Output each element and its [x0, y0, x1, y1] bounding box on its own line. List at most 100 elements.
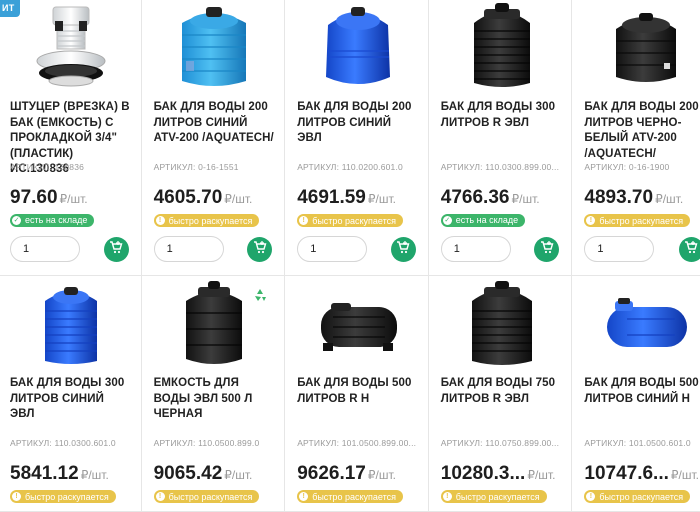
product-sku: АРТИКУЛ: 101.0500.899.00... [297, 438, 417, 448]
cart-plus-icon [540, 240, 554, 259]
price-unit: ₽/шт. [655, 192, 684, 206]
add-to-cart-button[interactable] [247, 236, 273, 262]
product-sku: АРТИКУЛ: 110.0500.899.0 [153, 438, 260, 448]
product-title[interactable]: БАК ДЛЯ ВОДЫ 500 ЛИТРОВ R H [297, 376, 419, 438]
price-unit: ₽/шт. [80, 468, 109, 482]
add-to-cart-button[interactable] [534, 236, 560, 262]
stock-badge: ! быстро раскупается [440, 490, 547, 503]
stock-badge-label: быстро раскупается [312, 215, 396, 226]
price-unit: ₽/шт. [367, 192, 396, 206]
product-sku: АРТИКУЛ: 110.0300.601.0 [10, 438, 116, 448]
product-sku: АРТИКУЛ: 0-16-1900 [584, 162, 670, 172]
stock-badge: ! быстро раскупается [297, 490, 403, 503]
product-image[interactable] [584, 0, 700, 92]
stock-badge-label: быстро раскупается [599, 491, 684, 502]
quantity-input[interactable] [10, 236, 80, 262]
product-card[interactable]: БАК ДЛЯ ВОДЫ 750 ЛИТРОВ R ЭВЛ АРТИКУЛ: 1… [428, 276, 573, 512]
price-unit: ₽/шт. [511, 192, 540, 206]
stock-badge-label: быстро раскупается [599, 215, 684, 226]
cart-plus-icon [109, 240, 123, 259]
stock-badge-label: есть на складе [455, 215, 519, 225]
add-to-cart-button[interactable] [678, 236, 700, 262]
flame-icon: ! [586, 216, 596, 225]
stock-badge: ✓ есть на складе [10, 213, 95, 227]
product-price: 9065.42 [153, 463, 223, 484]
product-grid: ШТУЦЕР (ВРЕЗКА) В БАК (ЕМКОСТЬ) С ПРОКЛА… [0, 0, 700, 512]
product-title[interactable]: БАК ДЛЯ ВОДЫ 200 ЛИТРОВ СИНИЙ ATV-200 /A… [154, 100, 276, 162]
stock-badge: ! быстро раскупается [153, 490, 260, 503]
cart-plus-icon [396, 240, 410, 259]
stock-badge: ! быстро раскупается [584, 490, 691, 503]
product-image[interactable] [10, 0, 132, 92]
product-price: 97.60 [10, 187, 58, 208]
product-title[interactable]: БАК ДЛЯ ВОДЫ 500 ЛИТРОВ СИНИЙ H [584, 376, 700, 438]
flame-icon: ! [155, 492, 165, 501]
product-title[interactable]: ЕМКОСТЬ ДЛЯ ВОДЫ ЭВЛ 500 Л ЧЕРНАЯ [154, 376, 276, 438]
product-price: 4766.36 [440, 187, 510, 208]
price-unit: ₽/шт. [670, 468, 700, 482]
product-title[interactable]: ШТУЦЕР (ВРЕЗКА) В БАК (ЕМКОСТЬ) С ПРОКЛА… [10, 100, 132, 175]
stock-badge-label: быстро раскупается [168, 491, 253, 502]
price-unit: ₽/шт. [367, 468, 396, 482]
product-sku: АРТИКУЛ: 110.0200.601.0 [297, 162, 403, 172]
product-card[interactable]: БАК ДЛЯ ВОДЫ 300 ЛИТРОВ СИНИЙ ЭВЛ АРТИКУ… [0, 276, 142, 512]
cart-plus-icon [253, 240, 267, 259]
product-price: 5841.12 [10, 463, 79, 484]
product-image[interactable] [297, 0, 419, 92]
stock-badge: ! быстро раскупается [297, 214, 403, 227]
product-sku: АРТИКУЛ: 101.0500.601.0 [584, 438, 691, 448]
product-card[interactable]: БАК ДЛЯ ВОДЫ 500 ЛИТРОВ R H АРТИКУЛ: 101… [285, 276, 429, 512]
check-icon: ✓ [442, 215, 452, 225]
stock-badge-label: есть на складе [25, 215, 88, 225]
add-to-cart-button[interactable] [103, 236, 129, 262]
category-tag: ИТ [0, 0, 20, 17]
product-card[interactable]: ШТУЦЕР (ВРЕЗКА) В БАК (ЕМКОСТЬ) С ПРОКЛА… [0, 0, 142, 276]
flame-icon: ! [586, 492, 596, 501]
price-unit: ₽/шт. [59, 192, 88, 206]
product-image[interactable] [441, 276, 563, 368]
product-image[interactable] [10, 276, 132, 368]
product-price: 10280.3... [440, 463, 526, 484]
flame-icon: ! [442, 492, 452, 501]
flame-icon: ! [12, 492, 21, 501]
price-unit: ₽/шт. [527, 468, 556, 482]
product-card[interactable]: БАК ДЛЯ ВОДЫ 200 ЛИТРОВ СИНИЙ ЭВЛ АРТИКУ… [285, 0, 429, 276]
product-title[interactable]: БАК ДЛЯ ВОДЫ 200 ЛИТРОВ ЧЕРНО-БЕЛЫЙ ATV-… [584, 100, 700, 162]
product-image[interactable] [584, 276, 700, 368]
price-unit: ₽/шт. [224, 192, 253, 206]
stock-badge-label: быстро раскупается [312, 491, 396, 502]
product-title[interactable]: БАК ДЛЯ ВОДЫ 300 ЛИТРОВ СИНИЙ ЭВЛ [10, 376, 132, 438]
product-price: 10747.6... [584, 463, 669, 484]
flame-icon: ! [155, 216, 165, 225]
stock-badge-label: быстро раскупается [455, 491, 540, 502]
stock-badge: ✓ есть на складе [440, 213, 526, 227]
add-to-cart-button[interactable] [390, 236, 416, 262]
product-card[interactable]: БАК ДЛЯ ВОДЫ 200 ЛИТРОВ СИНИЙ ATV-200 /A… [141, 0, 286, 276]
recycle-icon [253, 288, 267, 307]
product-card[interactable]: БАК ДЛЯ ВОДЫ 200 ЛИТРОВ ЧЕРНО-БЕЛЫЙ ATV-… [572, 0, 700, 276]
product-image[interactable] [297, 276, 419, 368]
product-sku: АРТИКУЛ: 0-16-1551 [153, 162, 239, 172]
product-card[interactable]: БАК ДЛЯ ВОДЫ 500 ЛИТРОВ СИНИЙ H АРТИКУЛ:… [572, 276, 700, 512]
product-price: 9626.17 [297, 463, 366, 484]
stock-badge-label: быстро раскупается [168, 215, 253, 226]
product-image[interactable] [441, 0, 563, 92]
product-card[interactable]: ЕМКОСТЬ ДЛЯ ВОДЫ ЭВЛ 500 Л ЧЕРНАЯ АРТИКУ… [141, 276, 286, 512]
quantity-input[interactable] [584, 236, 655, 262]
product-image[interactable] [154, 0, 276, 92]
stock-badge: ! быстро раскупается [584, 214, 691, 227]
quantity-input[interactable] [153, 236, 224, 262]
product-sku: АРТИКУЛ: 130836 [10, 162, 85, 172]
quantity-input[interactable] [297, 236, 368, 262]
check-icon: ✓ [12, 215, 21, 225]
product-card[interactable]: БАК ДЛЯ ВОДЫ 300 ЛИТРОВ R ЭВЛ АРТИКУЛ: 1… [428, 0, 573, 276]
product-title[interactable]: БАК ДЛЯ ВОДЫ 750 ЛИТРОВ R ЭВЛ [441, 376, 563, 438]
flame-icon: ! [299, 492, 309, 501]
product-title[interactable]: БАК ДЛЯ ВОДЫ 300 ЛИТРОВ R ЭВЛ [441, 100, 563, 162]
stock-badge: ! быстро раскупается [10, 490, 116, 503]
quantity-input[interactable] [440, 236, 511, 262]
stock-badge: ! быстро раскупается [153, 214, 260, 227]
product-sku: АРТИКУЛ: 110.0750.899.00... [440, 438, 560, 448]
cart-plus-icon [684, 240, 698, 259]
product-title[interactable]: БАК ДЛЯ ВОДЫ 200 ЛИТРОВ СИНИЙ ЭВЛ [297, 100, 419, 162]
